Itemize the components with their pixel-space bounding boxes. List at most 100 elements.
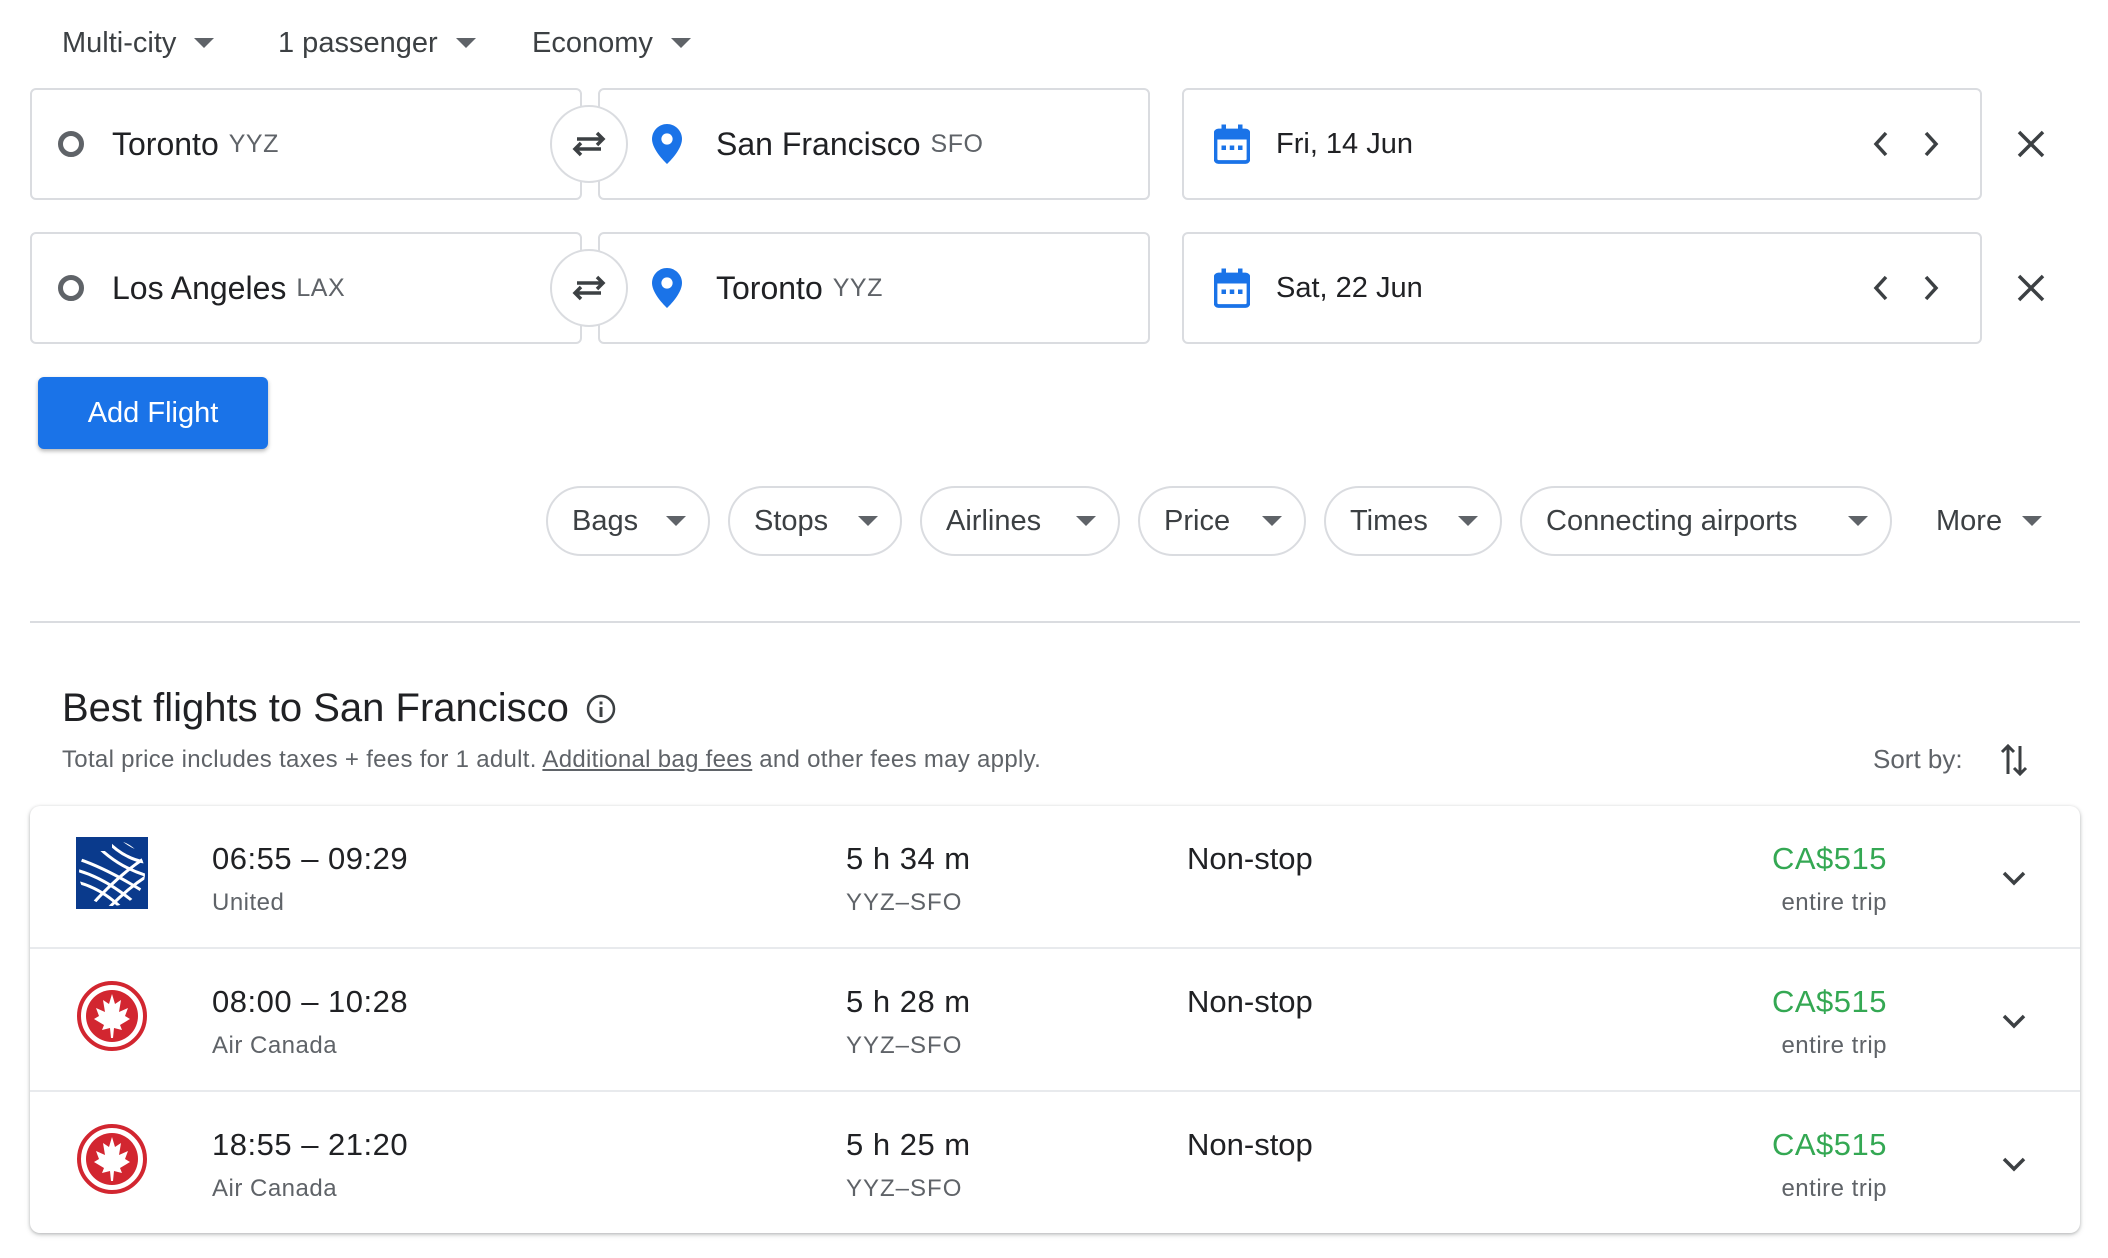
trip-type-label: Multi-city [62, 26, 177, 59]
calendar-icon [1214, 268, 1250, 308]
remove-leg-1-button[interactable] [2006, 119, 2056, 169]
info-icon[interactable] [585, 693, 617, 725]
add-flight-button[interactable]: Add Flight [38, 377, 268, 449]
flight-price: CA$515 [1771, 1127, 1887, 1162]
caret-down-icon [670, 38, 691, 48]
flight-duration: 5 h 34 m [846, 841, 971, 876]
flight-price: CA$515 [1771, 984, 1887, 1019]
chevron-left-icon[interactable] [1870, 129, 1892, 159]
flight-stops: Non-stop [1187, 984, 1313, 1019]
flight-price: CA$515 [1771, 841, 1887, 876]
airline-name: United [212, 889, 285, 916]
swap-button[interactable] [550, 249, 628, 327]
section-divider [30, 621, 2080, 623]
air-canada-maple-leaf-icon [77, 1124, 147, 1194]
caret-down-icon [194, 38, 215, 48]
filter-chip-label: More [1936, 504, 2003, 537]
chevron-right-icon[interactable] [1920, 129, 1942, 159]
chevron-down-icon [2002, 1014, 2026, 1029]
expand-button[interactable] [1990, 854, 2038, 902]
filter-chip-label: Airlines [946, 504, 1042, 537]
date-field-leg-2[interactable]: Sat, 22 Jun [1182, 232, 1982, 344]
filter-chip-more[interactable]: More [1910, 486, 2066, 556]
chevron-down-icon [2002, 1157, 2026, 1172]
flight-times: 06:55 – 09:29 [212, 841, 409, 876]
caret-down-icon [666, 516, 686, 526]
calendar-icon [1214, 124, 1250, 164]
caret-down-icon [455, 38, 476, 48]
expand-button[interactable] [1990, 1140, 2038, 1188]
origin-city: Toronto [112, 125, 219, 162]
airline-name: Air Canada [212, 1032, 338, 1059]
remove-leg-2-button[interactable] [2006, 263, 2056, 313]
flight-duration: 5 h 28 m [846, 984, 971, 1019]
origin-code: LAX [296, 273, 346, 302]
passengers-label: 1 passenger [278, 26, 438, 59]
subtitle-text: Total price includes taxes + fees for 1 … [62, 746, 537, 773]
united-globe-icon [76, 837, 148, 909]
caret-down-icon [1262, 516, 1282, 526]
results-heading: Best flights to San Francisco [62, 686, 617, 731]
filter-chip-stops[interactable]: Stops [728, 486, 902, 556]
caret-down-icon [2022, 516, 2042, 526]
origin-code: YYZ [228, 129, 279, 158]
destination-city: San Francisco [716, 125, 921, 162]
caret-down-icon [1458, 516, 1478, 526]
location-pin-icon [652, 124, 682, 164]
flight-route: YYZ–SFO [846, 1175, 963, 1202]
destination-code: YYZ [832, 273, 883, 302]
chevron-down-icon [2002, 871, 2026, 886]
bag-fees-link[interactable]: Additional bag fees [542, 746, 752, 773]
origin-field-leg-1[interactable]: Toronto YYZ [30, 88, 582, 200]
origin-field-leg-2[interactable]: Los Angeles LAX [30, 232, 582, 344]
filter-chip-airlines[interactable]: Airlines [920, 486, 1120, 556]
filter-chip-label: Times [1350, 504, 1428, 537]
sort-icon[interactable] [1998, 740, 2030, 780]
swap-button[interactable] [550, 105, 628, 183]
swap-arrows-icon [572, 131, 606, 157]
air-canada-maple-leaf-icon [77, 981, 147, 1051]
origin-circle-icon [58, 275, 84, 301]
destination-city: Toronto [716, 269, 823, 306]
chevron-right-icon[interactable] [1920, 273, 1942, 303]
caret-down-icon [858, 516, 878, 526]
flight-results-card: 06:55 – 09:29 United 5 h 34 m YYZ–SFO No… [30, 806, 2080, 1233]
cabin-class-label: Economy [532, 26, 653, 59]
flight-duration: 5 h 25 m [846, 1127, 971, 1162]
price-note: entire trip [1781, 1175, 1887, 1202]
filter-chip-label: Bags [572, 504, 639, 537]
filter-chip-bags[interactable]: Bags [546, 486, 710, 556]
trip-type-select[interactable]: Multi-city [62, 20, 215, 66]
close-icon [2017, 274, 2045, 302]
flight-route: YYZ–SFO [846, 1032, 963, 1059]
passengers-select[interactable]: 1 passenger [278, 20, 476, 66]
date-value: Fri, 14 Jun [1276, 127, 1413, 160]
filter-chip-label: Price [1164, 504, 1231, 537]
flight-row[interactable]: 08:00 – 10:28 Air Canada 5 h 28 m YYZ–SF… [30, 949, 2080, 1091]
results-title: Best flights to San Francisco [62, 686, 569, 730]
flight-route: YYZ–SFO [846, 889, 963, 916]
close-icon [2017, 130, 2045, 158]
swap-arrows-icon [572, 275, 606, 301]
destination-field-leg-1[interactable]: San Francisco SFO [598, 88, 1150, 200]
results-subtitle: Total price includes taxes + fees for 1 … [62, 746, 1041, 774]
caret-down-icon [1848, 516, 1868, 526]
sort-by-label: Sort by: [1873, 744, 1963, 774]
date-value: Sat, 22 Jun [1276, 271, 1423, 304]
flight-row[interactable]: 18:55 – 21:20 Air Canada 5 h 25 m YYZ–SF… [30, 1092, 2080, 1233]
filter-chip-label: Connecting airports [1546, 504, 1798, 537]
caret-down-icon [1076, 516, 1096, 526]
flight-stops: Non-stop [1187, 1127, 1313, 1162]
filter-chip-label: Stops [754, 504, 829, 537]
flight-stops: Non-stop [1187, 841, 1313, 876]
flight-row[interactable]: 06:55 – 09:29 United 5 h 34 m YYZ–SFO No… [30, 806, 2080, 948]
filter-chip-times[interactable]: Times [1324, 486, 1502, 556]
filter-chip-price[interactable]: Price [1138, 486, 1306, 556]
flight-times: 18:55 – 21:20 [212, 1127, 409, 1162]
expand-button[interactable] [1990, 997, 2038, 1045]
date-field-leg-1[interactable]: Fri, 14 Jun [1182, 88, 1982, 200]
chevron-left-icon[interactable] [1870, 273, 1892, 303]
cabin-class-select[interactable]: Economy [532, 20, 691, 66]
filter-chip-connecting-airports[interactable]: Connecting airports [1520, 486, 1892, 556]
destination-field-leg-2[interactable]: Toronto YYZ [598, 232, 1150, 344]
